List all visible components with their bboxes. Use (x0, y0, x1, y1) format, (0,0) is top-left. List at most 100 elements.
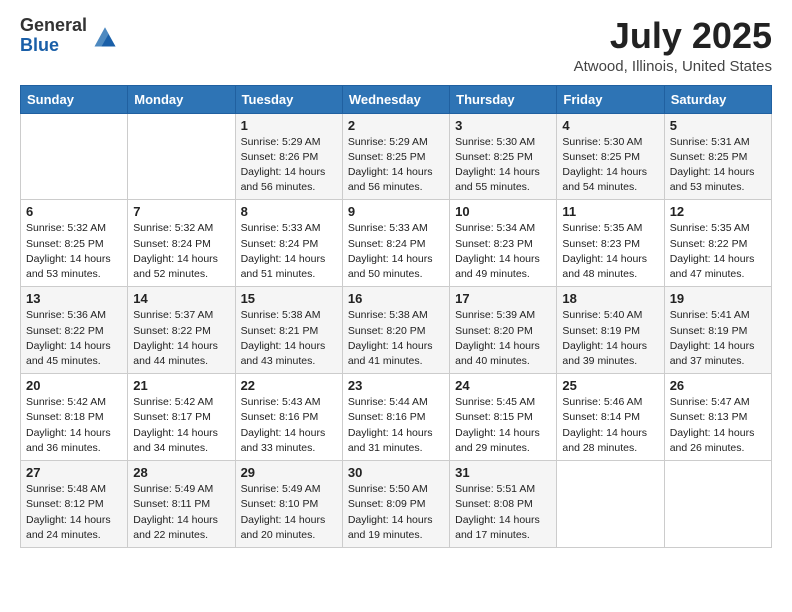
day-info: Sunrise: 5:29 AMSunset: 8:26 PMDaylight:… (241, 135, 337, 196)
day-number: 11 (562, 204, 658, 219)
day-number: 25 (562, 378, 658, 393)
page-container: General Blue July 2025 Atwood, Illinois,… (0, 0, 792, 564)
calendar-cell: 22Sunrise: 5:43 AMSunset: 8:16 PMDayligh… (235, 374, 342, 461)
day-number: 1 (241, 118, 337, 133)
logo-icon (91, 22, 119, 50)
day-info: Sunrise: 5:46 AMSunset: 8:14 PMDaylight:… (562, 395, 658, 456)
day-info: Sunrise: 5:38 AMSunset: 8:20 PMDaylight:… (348, 308, 444, 369)
day-number: 3 (455, 118, 551, 133)
calendar-cell (557, 461, 664, 548)
day-info: Sunrise: 5:50 AMSunset: 8:09 PMDaylight:… (348, 482, 444, 543)
calendar-header-row: SundayMondayTuesdayWednesdayThursdayFrid… (21, 85, 772, 113)
day-number: 23 (348, 378, 444, 393)
day-info: Sunrise: 5:51 AMSunset: 8:08 PMDaylight:… (455, 482, 551, 543)
calendar-week-row: 20 Sunrise: 5:42 AMSunset: 8:18 PMDayligh… (21, 374, 772, 461)
weekday-header: Wednesday (342, 85, 449, 113)
day-number: 10 (455, 204, 551, 219)
day-number: 26 (670, 378, 766, 393)
day-info: Sunrise: 5:37 AMSunset: 8:22 PMDaylight:… (133, 308, 229, 369)
day-number: 29 (241, 465, 337, 480)
calendar-cell: 5 Sunrise: 5:31 AMSunset: 8:25 PMDaylight… (664, 113, 771, 200)
calendar-cell: 4Sunrise: 5:30 AMSunset: 8:25 PMDaylight… (557, 113, 664, 200)
day-number: 13 (26, 291, 122, 306)
logo-blue: Blue (20, 36, 87, 56)
day-info: Sunrise: 5:47 AMSunset: 8:13 PMDaylight:… (670, 395, 766, 456)
day-number: 2 (348, 118, 444, 133)
day-info: Sunrise: 5:43 AMSunset: 8:16 PMDaylight:… (241, 395, 337, 456)
day-info: Sunrise: 5:40 AMSunset: 8:19 PMDaylight:… (562, 308, 658, 369)
calendar-cell: 26 Sunrise: 5:47 AMSunset: 8:13 PMDayligh… (664, 374, 771, 461)
day-number: 19 (670, 291, 766, 306)
calendar-cell: 31 Sunrise: 5:51 AMSunset: 8:08 PMDayligh… (450, 461, 557, 548)
day-info: Sunrise: 5:31 AMSunset: 8:25 PMDaylight:… (670, 135, 766, 196)
day-info: Sunrise: 5:33 AMSunset: 8:24 PMDaylight:… (348, 221, 444, 282)
calendar-cell (21, 113, 128, 200)
day-number: 14 (133, 291, 229, 306)
day-number: 12 (670, 204, 766, 219)
day-info: Sunrise: 5:44 AMSunset: 8:16 PMDaylight:… (348, 395, 444, 456)
day-info: Sunrise: 5:45 AMSunset: 8:15 PMDaylight:… (455, 395, 551, 456)
title-month: July 2025 (574, 16, 772, 56)
calendar-week-row: 6Sunrise: 5:32 AMSunset: 8:25 PMDaylight… (21, 200, 772, 287)
calendar-table: SundayMondayTuesdayWednesdayThursdayFrid… (20, 85, 772, 548)
calendar-cell: 3 Sunrise: 5:30 AMSunset: 8:25 PMDaylight… (450, 113, 557, 200)
weekday-header: Saturday (664, 85, 771, 113)
day-number: 28 (133, 465, 229, 480)
calendar-cell: 28 Sunrise: 5:49 AMSunset: 8:11 PMDayligh… (128, 461, 235, 548)
day-info: Sunrise: 5:41 AMSunset: 8:19 PMDaylight:… (670, 308, 766, 369)
calendar-cell: 11Sunrise: 5:35 AMSunset: 8:23 PMDayligh… (557, 200, 664, 287)
day-number: 21 (133, 378, 229, 393)
calendar-cell: 8Sunrise: 5:33 AMSunset: 8:24 PMDaylight… (235, 200, 342, 287)
day-number: 16 (348, 291, 444, 306)
day-info: Sunrise: 5:32 AMSunset: 8:24 PMDaylight:… (133, 221, 229, 282)
day-info: Sunrise: 5:49 AMSunset: 8:10 PMDaylight:… (241, 482, 337, 543)
calendar-cell: 20 Sunrise: 5:42 AMSunset: 8:18 PMDayligh… (21, 374, 128, 461)
weekday-header: Friday (557, 85, 664, 113)
day-info: Sunrise: 5:42 AMSunset: 8:17 PMDaylight:… (133, 395, 229, 456)
day-info: Sunrise: 5:42 AMSunset: 8:18 PMDaylight:… (26, 395, 122, 456)
day-info: Sunrise: 5:48 AMSunset: 8:12 PMDaylight:… (26, 482, 122, 543)
day-number: 24 (455, 378, 551, 393)
day-info: Sunrise: 5:30 AMSunset: 8:25 PMDaylight:… (455, 135, 551, 196)
calendar-cell (664, 461, 771, 548)
logo-text: General Blue (20, 16, 87, 56)
calendar-cell: 29 Sunrise: 5:49 AMSunset: 8:10 PMDayligh… (235, 461, 342, 548)
calendar-cell: 30 Sunrise: 5:50 AMSunset: 8:09 PMDayligh… (342, 461, 449, 548)
calendar-cell: 24 Sunrise: 5:45 AMSunset: 8:15 PMDayligh… (450, 374, 557, 461)
day-number: 6 (26, 204, 122, 219)
calendar-cell: 21 Sunrise: 5:42 AMSunset: 8:17 PMDayligh… (128, 374, 235, 461)
calendar-cell: 10 Sunrise: 5:34 AMSunset: 8:23 PMDayligh… (450, 200, 557, 287)
calendar-cell: 2Sunrise: 5:29 AMSunset: 8:25 PMDaylight… (342, 113, 449, 200)
day-number: 17 (455, 291, 551, 306)
day-number: 20 (26, 378, 122, 393)
calendar-week-row: 13Sunrise: 5:36 AMSunset: 8:22 PMDayligh… (21, 287, 772, 374)
calendar-cell: 16 Sunrise: 5:38 AMSunset: 8:20 PMDayligh… (342, 287, 449, 374)
day-info: Sunrise: 5:38 AMSunset: 8:21 PMDaylight:… (241, 308, 337, 369)
day-info: Sunrise: 5:34 AMSunset: 8:23 PMDaylight:… (455, 221, 551, 282)
day-number: 5 (670, 118, 766, 133)
weekday-header: Sunday (21, 85, 128, 113)
calendar-cell: 14 Sunrise: 5:37 AMSunset: 8:22 PMDayligh… (128, 287, 235, 374)
day-number: 18 (562, 291, 658, 306)
calendar-cell: 19 Sunrise: 5:41 AMSunset: 8:19 PMDayligh… (664, 287, 771, 374)
calendar-cell (128, 113, 235, 200)
calendar-cell: 27 Sunrise: 5:48 AMSunset: 8:12 PMDayligh… (21, 461, 128, 548)
day-number: 30 (348, 465, 444, 480)
day-number: 8 (241, 204, 337, 219)
day-info: Sunrise: 5:49 AMSunset: 8:11 PMDaylight:… (133, 482, 229, 543)
header: General Blue July 2025 Atwood, Illinois,… (20, 16, 772, 75)
day-number: 27 (26, 465, 122, 480)
logo: General Blue (20, 16, 119, 56)
weekday-header: Thursday (450, 85, 557, 113)
calendar-cell: 9Sunrise: 5:33 AMSunset: 8:24 PMDaylight… (342, 200, 449, 287)
calendar-week-row: 1 Sunrise: 5:29 AMSunset: 8:26 PMDaylight… (21, 113, 772, 200)
calendar-cell: 12 Sunrise: 5:35 AMSunset: 8:22 PMDayligh… (664, 200, 771, 287)
calendar-week-row: 27 Sunrise: 5:48 AMSunset: 8:12 PMDayligh… (21, 461, 772, 548)
calendar-cell: 18 Sunrise: 5:40 AMSunset: 8:19 PMDayligh… (557, 287, 664, 374)
logo-general: General (20, 16, 87, 36)
weekday-header: Tuesday (235, 85, 342, 113)
day-info: Sunrise: 5:35 AMSunset: 8:22 PMDaylight:… (670, 221, 766, 282)
day-info: Sunrise: 5:30 AMSunset: 8:25 PMDaylight:… (562, 135, 658, 196)
day-number: 31 (455, 465, 551, 480)
title-location: Atwood, Illinois, United States (574, 58, 772, 75)
